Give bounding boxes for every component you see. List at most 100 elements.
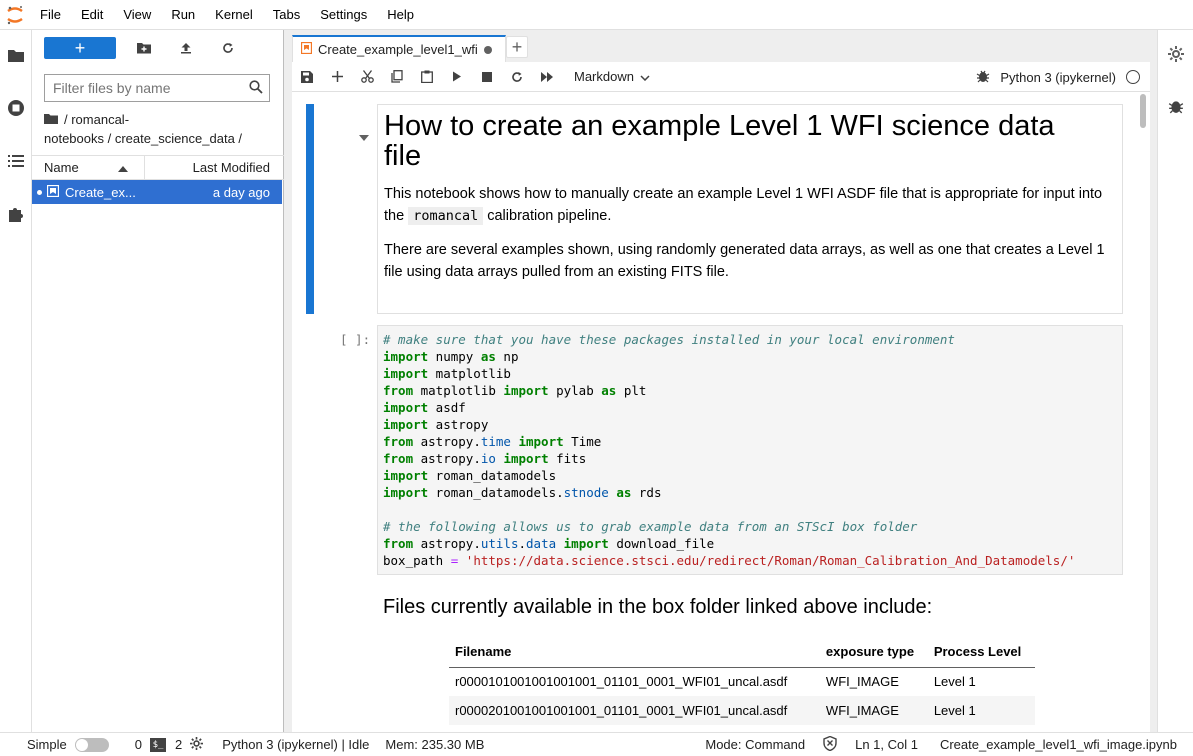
menu-file[interactable]: File (30, 0, 71, 30)
cursor-position[interactable]: Ln 1, Col 1 (855, 737, 918, 752)
notebook-tab-icon (300, 41, 313, 57)
right-sidebar (1157, 30, 1193, 732)
file-list-header: Name Last Modified (32, 155, 284, 180)
tab-notebook[interactable]: Create_example_level1_wfi (292, 35, 506, 62)
files-heading: Files currently available in the box fol… (383, 596, 933, 618)
memory-usage: Mem: 235.30 MB (385, 737, 485, 752)
code-cell[interactable]: # make sure that you have these packages… (377, 325, 1123, 575)
breadcrumb: / romancal- notebooks / create_science_d… (44, 110, 280, 148)
scrollbar[interactable] (1140, 94, 1146, 128)
kernel-gear-icon (190, 736, 204, 753)
table-cell: Level 1 (927, 696, 1035, 725)
menu-kernel[interactable]: Kernel (205, 0, 263, 30)
paste-icon[interactable] (412, 62, 442, 92)
filter-placeholder: Filter files by name (53, 80, 171, 96)
files-table: Filename exposure type Process Level r00… (449, 637, 1035, 725)
kernel-count[interactable]: 2 (175, 737, 182, 752)
notebook-panel: How to create an example Level 1 WFI sci… (292, 92, 1150, 732)
kernel-status[interactable]: Python 3 (ipykernel) | Idle (222, 737, 369, 752)
table-header: Process Level (927, 637, 1035, 668)
new-folder-icon[interactable] (130, 37, 158, 59)
p1-text-end: calibration pipeline. (483, 208, 612, 224)
terminal-count[interactable]: 0 (135, 737, 142, 752)
folder-icon[interactable] (6, 45, 26, 65)
debugger-bug-icon[interactable] (976, 69, 990, 86)
terminal-icon: $_ (149, 737, 166, 752)
notebook-title: How to create an example Level 1 WFI sci… (384, 110, 1055, 172)
last-modified-column-header[interactable]: Last Modified (145, 160, 284, 175)
property-inspector-icon[interactable] (1168, 46, 1184, 65)
markdown-paragraph-1: This notebook shows how to manually crea… (384, 183, 1116, 227)
upload-icon[interactable] (172, 37, 200, 59)
command-mode: Mode: Command (705, 737, 806, 752)
table-cell: WFI_IMAGE (825, 674, 899, 690)
extension-icon[interactable] (6, 204, 26, 224)
main-area: Create_example_level1_wfi + Markdown Pyt… (284, 30, 1157, 732)
file-list-item[interactable]: Create_ex... a day ago (32, 180, 282, 204)
shield-icon[interactable] (823, 735, 837, 754)
table-header: Filename (449, 637, 820, 668)
unsaved-indicator-icon[interactable] (483, 45, 492, 54)
menu-settings[interactable]: Settings (310, 0, 377, 30)
table-cell: r0000101001001001001_01101_0001_WFI01_un… (455, 674, 788, 690)
cell-prompt: [ ]: (340, 332, 371, 347)
table-cell: r0000201001001001001_01101_0001_WFI01_un… (449, 696, 820, 725)
running-indicator-icon (37, 189, 42, 195)
current-filename: Create_example_level1_wfi_image.ipynb (939, 737, 1177, 752)
cell-type-select[interactable]: Markdown (574, 69, 650, 84)
menu-help[interactable]: Help (377, 0, 424, 30)
insert-cell-icon[interactable] (322, 62, 352, 92)
active-cell-indicator (306, 104, 314, 314)
inline-code: romancal (408, 207, 484, 225)
file-browser-toolbar: + (32, 30, 283, 66)
search-icon (249, 80, 263, 97)
sort-up-icon (118, 160, 128, 175)
file-name: Create_ex... (65, 184, 136, 200)
save-icon[interactable] (292, 62, 322, 92)
toc-icon[interactable] (6, 151, 26, 171)
filter-files-input[interactable]: Filter files by name (44, 74, 270, 102)
name-header-label: Name (44, 160, 79, 175)
table-cell: WFI_IMAGE (819, 696, 928, 725)
menu-tabs[interactable]: Tabs (263, 0, 310, 30)
new-tab-button[interactable]: + (506, 36, 528, 58)
kernel-name[interactable]: Python 3 (ipykernel) (1000, 70, 1116, 85)
cut-icon[interactable] (352, 62, 382, 92)
collapse-heading-icon[interactable] (358, 130, 370, 145)
jupyter-logo-icon (0, 0, 30, 30)
refresh-icon[interactable] (214, 37, 242, 59)
table-row: r0000201001001001001_01101_0001_WFI01_un… (449, 696, 1035, 725)
stop-icon[interactable] (472, 62, 502, 92)
left-activity-bar (0, 30, 32, 732)
menu-view[interactable]: View (113, 0, 161, 30)
file-browser: + Filter files by name / romancal- noteb… (32, 30, 284, 732)
copy-icon[interactable] (382, 62, 412, 92)
restart-icon[interactable] (502, 62, 532, 92)
name-column-header[interactable]: Name (32, 156, 145, 179)
file-modified: a day ago (212, 184, 270, 200)
notebook-toolbar: Markdown Python 3 (ipykernel) (292, 62, 1150, 92)
status-bar: Simple 0 $_ 2 Python 3 (ipykernel) | Idl… (0, 732, 1193, 756)
markdown-paragraph-2: There are several examples shown, using … (384, 242, 1105, 280)
breadcrumb-line-2[interactable]: notebooks / create_science_data / (44, 129, 280, 148)
markdown-cell[interactable]: How to create an example Level 1 WFI sci… (377, 104, 1123, 314)
new-launcher-button[interactable]: + (44, 37, 116, 59)
simple-mode-label: Simple (27, 737, 67, 752)
table-cell: Level 1 (933, 674, 976, 690)
run-icon[interactable] (442, 62, 472, 92)
menubar: File Edit View Run Kernel Tabs Settings … (0, 0, 1193, 30)
tab-bar: Create_example_level1_wfi + (284, 30, 1157, 62)
kernel-indicator: Python 3 (ipykernel) (976, 62, 1140, 92)
fast-forward-icon[interactable] (532, 62, 562, 92)
chevron-down-icon (640, 69, 650, 84)
simple-mode-toggle[interactable] (74, 737, 109, 752)
kernel-status-icon (1126, 70, 1140, 84)
breadcrumb-line-1[interactable]: / romancal- (64, 110, 129, 129)
debugger-icon[interactable] (1168, 98, 1184, 117)
menu-run[interactable]: Run (161, 0, 205, 30)
home-folder-icon[interactable] (44, 110, 58, 129)
running-icon[interactable] (6, 98, 26, 118)
table-header-row: Filename exposure type Process Level (449, 637, 1035, 668)
cell-type-value: Markdown (574, 69, 634, 84)
menu-edit[interactable]: Edit (71, 0, 113, 30)
